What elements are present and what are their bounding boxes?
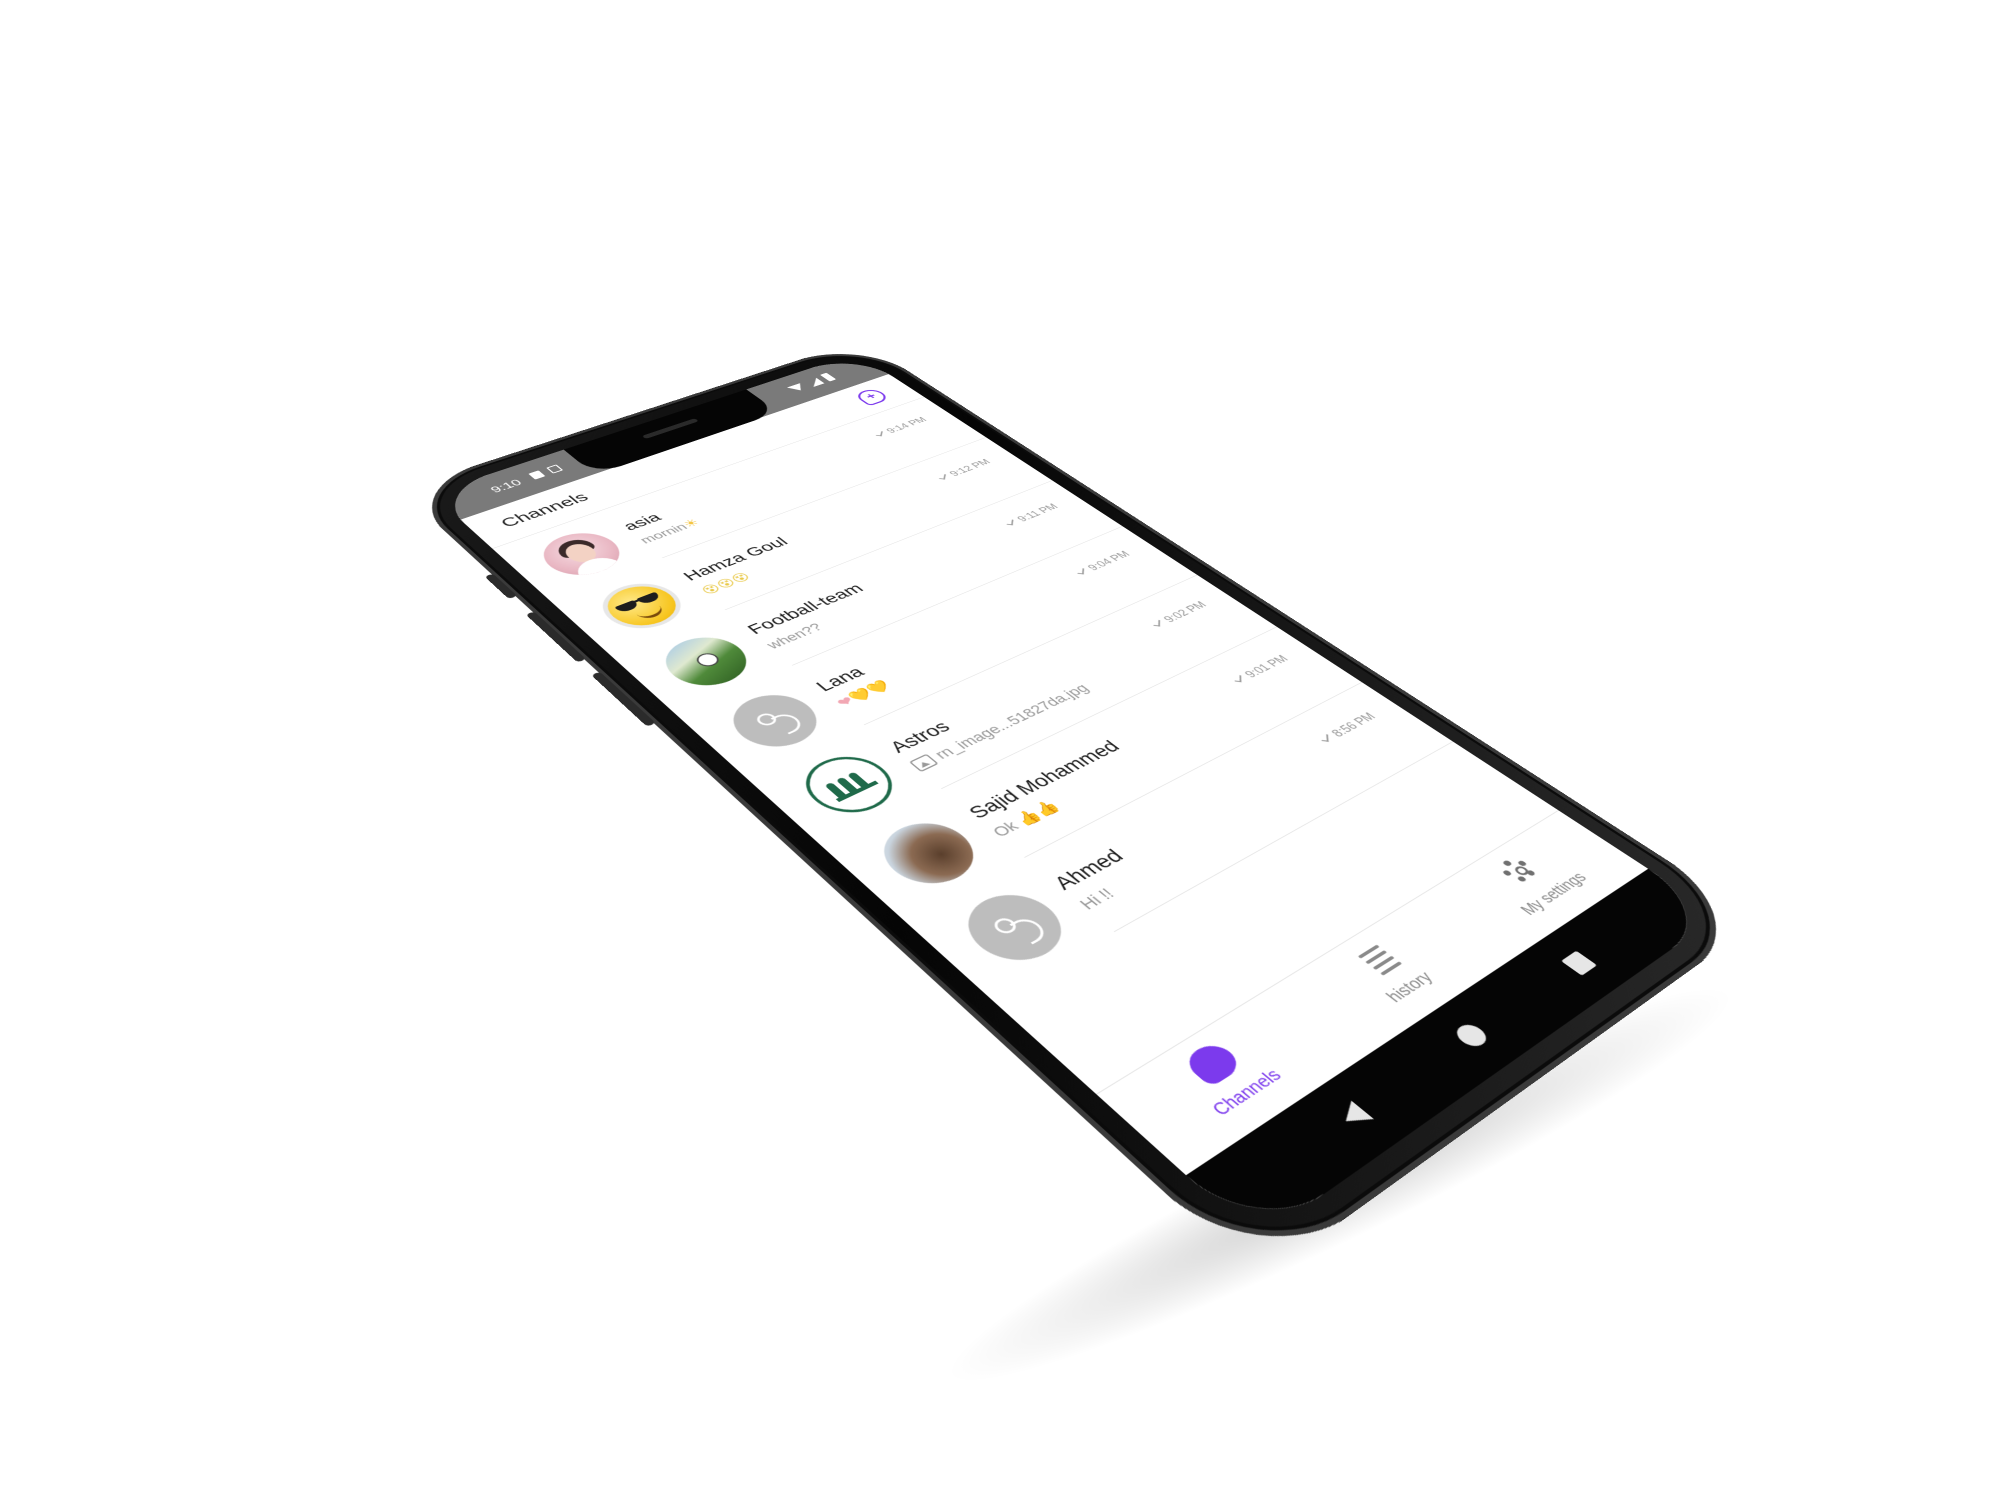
chat-plus-icon: + <box>861 391 881 402</box>
back-button[interactable] <box>1334 1100 1374 1131</box>
recents-button[interactable] <box>1561 950 1598 976</box>
check-icon <box>939 473 946 480</box>
chat-bubble-icon <box>1179 1039 1246 1088</box>
football-icon <box>692 650 723 669</box>
avatar-placeholder-icon <box>949 882 1081 974</box>
home-button[interactable] <box>1451 1020 1492 1051</box>
new-chat-button[interactable]: + <box>852 387 892 407</box>
channel-time: 9:04 PM <box>1075 549 1133 577</box>
list-icon <box>1350 943 1403 979</box>
sim-card-icon <box>528 470 546 480</box>
check-icon <box>1321 733 1329 742</box>
render-stage: 9:10 Channels + asia mornin☀ 9:14 PM Ham… <box>0 0 2000 1500</box>
channel-time: 9:02 PM <box>1151 600 1210 630</box>
channel-time: 9:14 PM <box>874 416 929 439</box>
channel-time: 9:12 PM <box>937 458 993 482</box>
channel-name: Ahmed <box>1048 845 1129 894</box>
sunglasses-emoji-icon <box>594 579 689 634</box>
gear-icon <box>1494 854 1542 886</box>
check-icon <box>1077 567 1085 575</box>
check-icon <box>1234 674 1242 683</box>
mute-switch <box>484 573 518 600</box>
earpiece-speaker <box>641 418 699 439</box>
check-icon <box>875 430 883 437</box>
signal-icon <box>805 377 825 387</box>
status-time: 9:10 <box>487 477 525 495</box>
check-icon <box>1006 519 1014 526</box>
check-icon <box>1153 619 1160 627</box>
notification-icon <box>546 464 564 474</box>
channel-time: 9:01 PM <box>1231 653 1291 685</box>
battery-icon <box>819 372 837 382</box>
avatar <box>866 812 992 896</box>
channel-time: 8:56 PM <box>1318 711 1379 746</box>
image-icon <box>908 753 939 773</box>
channel-preview: Hi !! <box>1075 884 1119 913</box>
wifi-icon <box>786 383 808 393</box>
channel-time: 9:11 PM <box>1005 502 1062 528</box>
